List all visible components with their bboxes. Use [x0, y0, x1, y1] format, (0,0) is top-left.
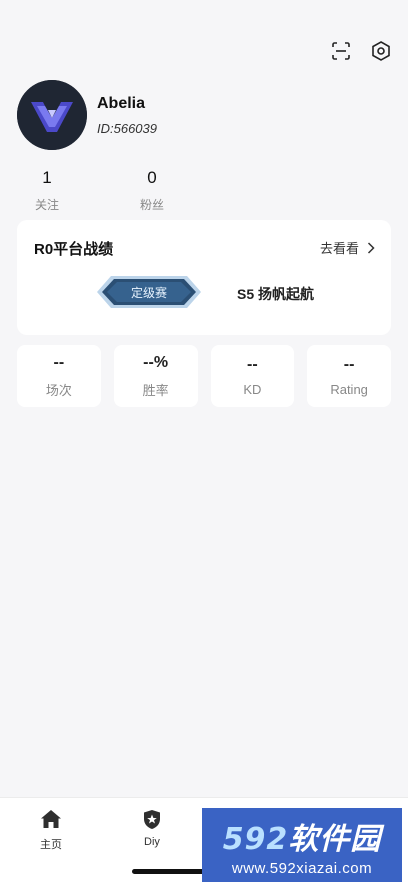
fans-label: 粉丝	[139, 198, 164, 212]
view-record-label: 去看看	[319, 241, 359, 256]
metric-label: Rating	[330, 381, 368, 397]
metric-value: --	[343, 355, 355, 373]
watermark-brand: 软件园	[288, 821, 382, 857]
platform-record-card: R0平台战绩 去看看 定级赛 S5 扬帆起航	[17, 220, 391, 335]
tab-home[interactable]: 主页	[21, 808, 81, 852]
tab-diy[interactable]: Diy	[122, 808, 182, 848]
following-stat[interactable]: 1 关注	[17, 168, 77, 213]
profile-header: Abelia ID:566039	[17, 80, 157, 150]
metric-label: 胜率	[142, 382, 169, 398]
watermark-digits: 592	[222, 821, 289, 857]
metric-label: KD	[243, 381, 262, 397]
metric-value: --	[247, 355, 258, 373]
username: Abelia	[97, 94, 146, 112]
metric-kd: -- KD	[210, 345, 295, 407]
metric-win-rate: --% 胜率	[113, 345, 198, 407]
rank-badge-label: 定级赛	[130, 285, 167, 300]
top-toolbar	[330, 40, 392, 62]
social-stats: 1 关注 0 粉丝	[0, 168, 200, 214]
view-record-link[interactable]: 去看看	[320, 238, 375, 257]
following-count: 1	[42, 168, 52, 187]
watermark-logo: 592软件园 www.592xiazai.com	[202, 808, 402, 882]
team-logo-icon	[17, 80, 87, 150]
home-icon	[21, 808, 81, 830]
shield-star-icon	[122, 808, 182, 830]
record-title: R0平台战绩	[34, 241, 114, 258]
following-label: 关注	[34, 198, 59, 212]
rank-badge: 定级赛	[95, 274, 203, 310]
avatar[interactable]	[17, 80, 87, 150]
tab-diy-label: Diy	[144, 836, 160, 848]
metrics-row: -- 场次 --% 胜率 -- KD -- Rating	[17, 345, 391, 407]
metric-value: --	[53, 353, 65, 371]
user-id: ID:566039	[97, 120, 157, 136]
metric-value: --%	[143, 353, 169, 371]
metric-matches: -- 场次	[17, 345, 101, 407]
metric-rating: -- Rating	[307, 345, 391, 407]
tab-home-label: 主页	[40, 839, 62, 851]
scan-icon[interactable]	[330, 40, 352, 62]
fans-count: 0	[147, 168, 157, 187]
chevron-right-icon	[367, 241, 375, 254]
metric-label: 场次	[45, 382, 72, 398]
fans-stat[interactable]: 0 粉丝	[122, 168, 182, 213]
season-name: S5 扬帆起航	[237, 286, 315, 302]
watermark-url: www.592xiazai.com	[231, 859, 373, 877]
settings-icon[interactable]	[370, 40, 392, 62]
